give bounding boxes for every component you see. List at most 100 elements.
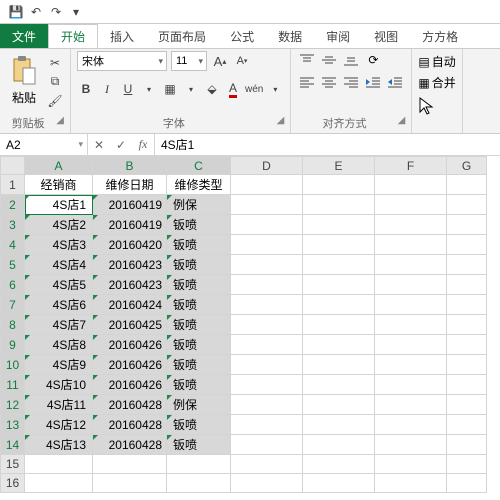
cell-A11[interactable]: 4S店10	[25, 375, 93, 395]
tab-addin[interactable]: 方方格	[410, 24, 470, 48]
orientation-icon[interactable]: ⟳	[363, 51, 383, 69]
row-head-4[interactable]: 4	[1, 235, 25, 255]
cell-F4[interactable]	[375, 235, 447, 255]
cell-G13[interactable]	[447, 415, 487, 435]
cell-G2[interactable]	[447, 195, 487, 215]
cell-G7[interactable]	[447, 295, 487, 315]
cell-E4[interactable]	[303, 235, 375, 255]
cell-A9[interactable]: 4S店8	[25, 335, 93, 355]
cell-G6[interactable]	[447, 275, 487, 295]
cell-D2[interactable]	[231, 195, 303, 215]
align-center-icon[interactable]	[319, 73, 339, 91]
cell-G16[interactable]	[447, 474, 487, 493]
tab-home[interactable]: 开始	[48, 24, 98, 48]
col-head-D[interactable]: D	[231, 157, 303, 175]
increase-font-icon[interactable]: A▴	[211, 51, 229, 71]
cell-G8[interactable]	[447, 315, 487, 335]
col-head-G[interactable]: G	[447, 157, 487, 175]
border-button[interactable]: ▦	[161, 79, 179, 99]
underline-button[interactable]: U	[119, 79, 137, 99]
font-name-select[interactable]: 宋体	[77, 51, 167, 71]
cell-D16[interactable]	[231, 474, 303, 493]
cell-D4[interactable]	[231, 235, 303, 255]
decrease-font-icon[interactable]: A▾	[233, 51, 251, 71]
cell-E10[interactable]	[303, 355, 375, 375]
align-top-icon[interactable]	[297, 51, 317, 69]
cell-E16[interactable]	[303, 474, 375, 493]
cell-D11[interactable]	[231, 375, 303, 395]
increase-indent-icon[interactable]	[385, 73, 405, 91]
row-head-1[interactable]: 1	[1, 175, 25, 195]
tab-data[interactable]: 数据	[266, 24, 314, 48]
cell-G5[interactable]	[447, 255, 487, 275]
cell-D12[interactable]	[231, 395, 303, 415]
cell-C12[interactable]: 例保	[167, 395, 231, 415]
tab-formulas[interactable]: 公式	[218, 24, 266, 48]
cell-B1[interactable]: 维修日期	[93, 175, 167, 195]
cell-G11[interactable]	[447, 375, 487, 395]
cell-C14[interactable]: 钣喷	[167, 435, 231, 455]
cell-B2[interactable]: 20160419	[93, 195, 167, 215]
cell-B15[interactable]	[93, 455, 167, 474]
cell-E6[interactable]	[303, 275, 375, 295]
cell-B3[interactable]: 20160419	[93, 215, 167, 235]
format-painter-icon[interactable]: 🖌	[46, 93, 64, 109]
row-head-10[interactable]: 10	[1, 355, 25, 375]
cell-D9[interactable]	[231, 335, 303, 355]
row-head-9[interactable]: 9	[1, 335, 25, 355]
cell-C5[interactable]: 钣喷	[167, 255, 231, 275]
cell-A14[interactable]: 4S店13	[25, 435, 93, 455]
cell-A5[interactable]: 4S店4	[25, 255, 93, 275]
col-head-C[interactable]: C	[167, 157, 231, 175]
tab-view[interactable]: 视图	[362, 24, 410, 48]
cell-A3[interactable]: 4S店2	[25, 215, 93, 235]
cell-E9[interactable]	[303, 335, 375, 355]
cell-A7[interactable]: 4S店6	[25, 295, 93, 315]
paste-button[interactable]: 粘贴	[6, 51, 42, 112]
row-head-12[interactable]: 12	[1, 395, 25, 415]
cell-E8[interactable]	[303, 315, 375, 335]
row-head-8[interactable]: 8	[1, 315, 25, 335]
row-head-7[interactable]: 7	[1, 295, 25, 315]
font-color-button[interactable]: A	[224, 79, 242, 99]
bold-button[interactable]: B	[77, 79, 95, 99]
cell-F15[interactable]	[375, 455, 447, 474]
cell-E13[interactable]	[303, 415, 375, 435]
cell-E11[interactable]	[303, 375, 375, 395]
tab-page-layout[interactable]: 页面布局	[146, 24, 218, 48]
col-head-F[interactable]: F	[375, 157, 447, 175]
cell-F3[interactable]	[375, 215, 447, 235]
clipboard-launcher-icon[interactable]: ◢	[56, 115, 64, 126]
cell-C4[interactable]: 钣喷	[167, 235, 231, 255]
cell-F14[interactable]	[375, 435, 447, 455]
border-more-icon[interactable]: ▾	[182, 79, 200, 99]
cell-A1[interactable]: 经销商	[25, 175, 93, 195]
cell-C6[interactable]: 钣喷	[167, 275, 231, 295]
cell-B6[interactable]: 20160423	[93, 275, 167, 295]
cell-F8[interactable]	[375, 315, 447, 335]
cell-E2[interactable]	[303, 195, 375, 215]
underline-more-icon[interactable]: ▾	[140, 79, 158, 99]
cell-E14[interactable]	[303, 435, 375, 455]
row-head-15[interactable]: 15	[1, 455, 25, 474]
italic-button[interactable]: I	[98, 79, 116, 99]
cell-B5[interactable]: 20160423	[93, 255, 167, 275]
cell-F10[interactable]	[375, 355, 447, 375]
row-head-14[interactable]: 14	[1, 435, 25, 455]
name-box[interactable]: A2	[0, 134, 88, 155]
alignment-launcher-icon[interactable]: ◢	[398, 115, 406, 126]
qat-more-icon[interactable]: ▾	[68, 4, 84, 20]
cell-D1[interactable]	[231, 175, 303, 195]
cell-C16[interactable]	[167, 474, 231, 493]
cell-F6[interactable]	[375, 275, 447, 295]
cell-G9[interactable]	[447, 335, 487, 355]
cell-D5[interactable]	[231, 255, 303, 275]
cell-A13[interactable]: 4S店12	[25, 415, 93, 435]
select-all-corner[interactable]	[1, 157, 25, 175]
cell-C1[interactable]: 维修类型	[167, 175, 231, 195]
fx-icon[interactable]: fx	[132, 137, 154, 152]
cell-G4[interactable]	[447, 235, 487, 255]
cell-D3[interactable]	[231, 215, 303, 235]
formula-input[interactable]: 4S店1	[155, 134, 500, 155]
cell-B14[interactable]: 20160428	[93, 435, 167, 455]
